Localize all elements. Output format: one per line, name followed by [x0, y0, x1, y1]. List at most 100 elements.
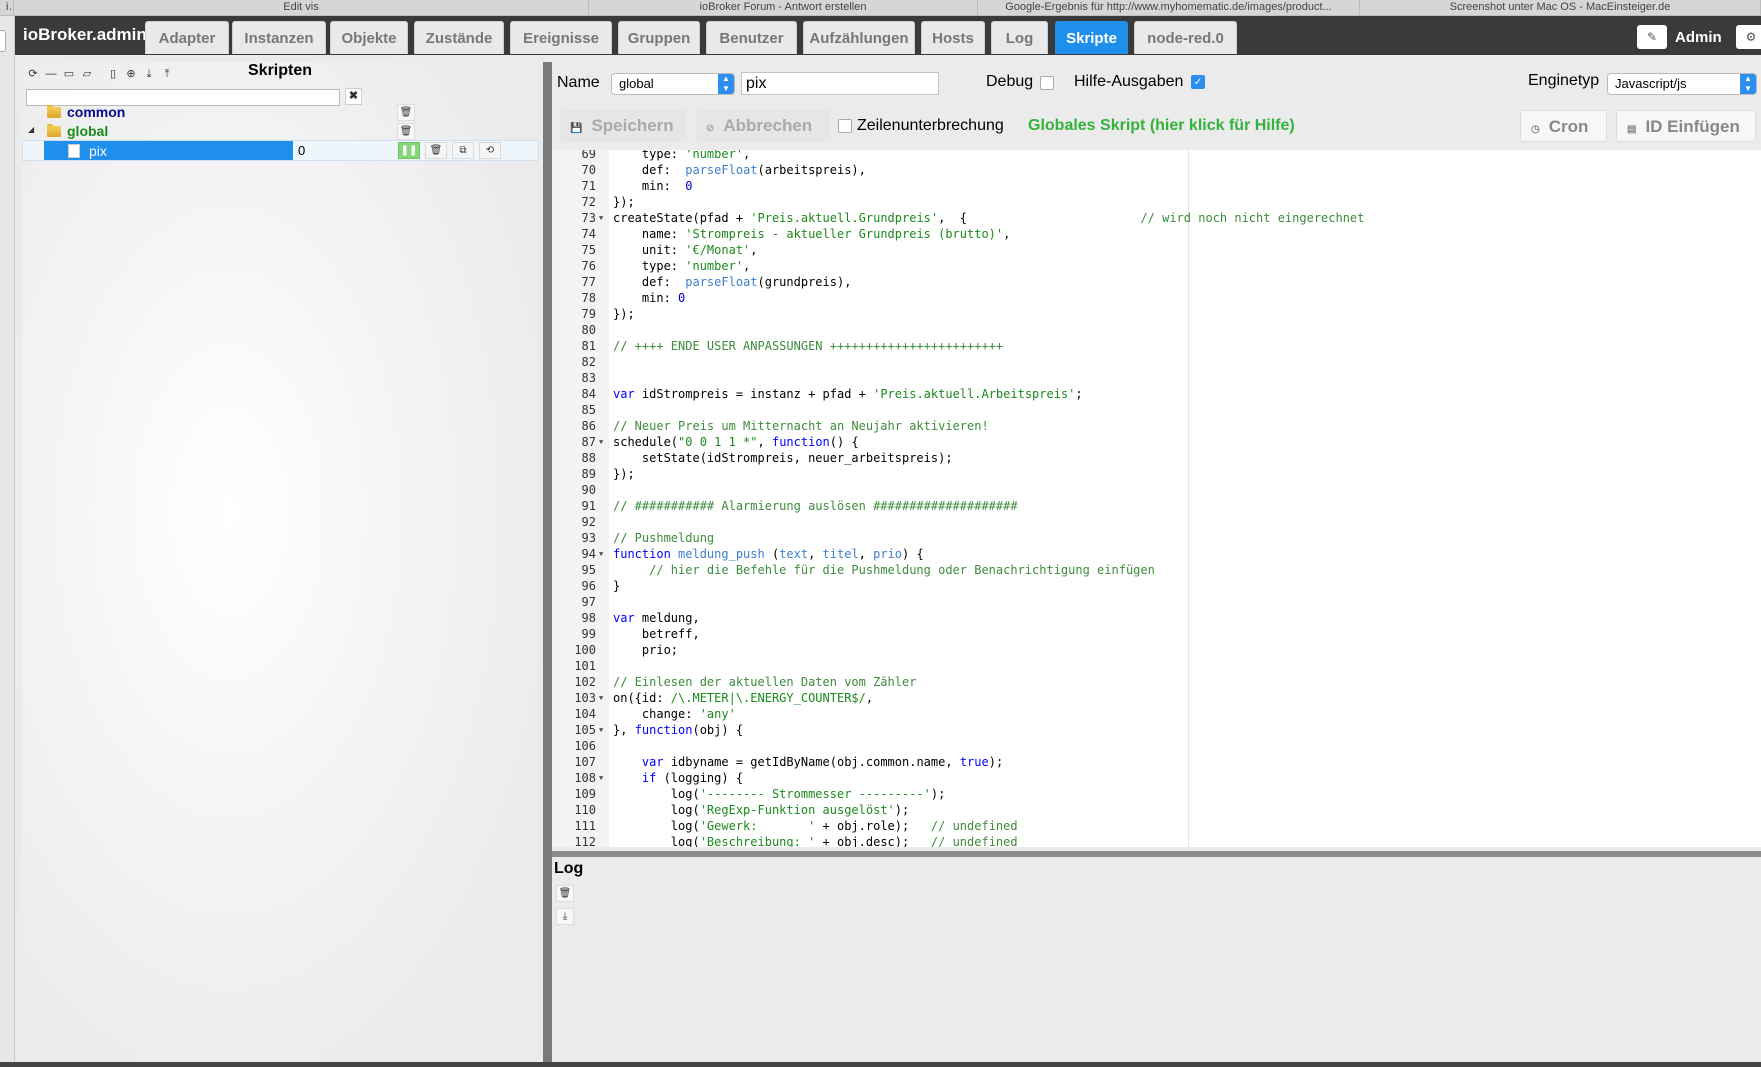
line-number: 101: [574, 659, 596, 673]
folder-open-icon[interactable]: ▱: [78, 66, 96, 82]
collapse-icon[interactable]: —: [42, 66, 60, 82]
fold-arrow-icon[interactable]: ▼: [599, 210, 603, 226]
code-token: name:: [613, 227, 686, 241]
expand-triangle-icon[interactable]: ◢: [28, 125, 34, 134]
tab-adapter[interactable]: Adapter: [145, 21, 229, 54]
global-script-help-link[interactable]: Globales Skript (hier klick für Hilfe): [1028, 117, 1295, 135]
browser-tab[interactable]: Google-Ergebnis für http://www.myhomemat…: [978, 0, 1360, 16]
tab-hosts[interactable]: Hosts: [921, 21, 985, 54]
user-label[interactable]: Admin: [1675, 29, 1722, 46]
code-text: // Neuer Preis um Mitternacht an Neujahr…: [613, 418, 989, 434]
code-token: log(: [613, 835, 700, 847]
tree-toolbar: ⟳ — ▭ ▱ ▯ ⊕ ⤓ ⤒: [24, 66, 176, 82]
code-text: type: 'number',: [613, 150, 750, 162]
restart-icon[interactable]: ⟲: [479, 142, 501, 159]
window-handle[interactable]: [0, 30, 6, 52]
debug-checkbox[interactable]: [1040, 76, 1054, 90]
print-margin: [1188, 150, 1189, 847]
code-token: ;: [1075, 387, 1083, 401]
code-text: min: 0: [613, 290, 685, 306]
code-text: def: parseFloat(grundpreis),: [613, 274, 852, 290]
wrap-checkbox[interactable]: [838, 119, 852, 133]
save-button[interactable]: 💾 Speichern: [560, 110, 687, 142]
fold-arrow-icon[interactable]: ▼: [599, 546, 603, 562]
export-icon[interactable]: ⤒: [158, 66, 176, 82]
browser-tab[interactable]: Edit vis: [14, 0, 589, 16]
tab-zustaende[interactable]: Zustände: [414, 21, 504, 54]
code-text: // Pushmeldung: [613, 530, 714, 546]
add-icon[interactable]: ⊕: [122, 66, 140, 82]
help-output-checkbox[interactable]: ✓: [1191, 75, 1205, 89]
tab-gruppen[interactable]: Gruppen: [618, 21, 700, 54]
line-number: 91: [581, 499, 596, 513]
tab-log[interactable]: Log: [991, 21, 1048, 54]
edit-icon[interactable]: ✎: [1637, 25, 1667, 49]
browser-tab-bar: in Edit vis ioBroker Forum - Antwort erste…: [0, 0, 1761, 16]
window-edge: [0, 16, 15, 1067]
insert-id-button-label: ID Einfügen: [1645, 117, 1740, 136]
tab-aufzaehlungen[interactable]: Aufzählungen: [803, 21, 915, 54]
code-text: log('Gewerk: ' + obj.role); // undefined: [613, 818, 1018, 834]
import-icon[interactable]: ⤓: [140, 66, 158, 82]
copy-icon[interactable]: ⧉: [452, 142, 474, 159]
tab-node-red[interactable]: node-red.0: [1134, 21, 1237, 54]
group-select[interactable]: global ▲ ▼: [611, 73, 735, 95]
script-name-input[interactable]: [741, 72, 939, 95]
code-token: // Pushmeldung: [613, 531, 715, 545]
code-token: ,: [808, 547, 823, 561]
code-editor[interactable]: 69 type: 'number', 70 def: parseFloat(arb…: [552, 150, 1761, 847]
code-token: log(: [613, 819, 700, 833]
code-token: min:: [613, 291, 679, 305]
line-number: 112: [574, 835, 596, 847]
folder-icon: [47, 124, 61, 137]
browser-tab[interactable]: in: [0, 0, 14, 16]
tab-objekte[interactable]: Objekte: [330, 21, 408, 54]
trash-icon[interactable]: 🗑: [397, 123, 415, 140]
code-token: createState(pfad +: [613, 211, 751, 225]
tree-item-pix[interactable]: pix 0 ❚❚ 🗑 ⧉ ⟲: [22, 140, 539, 161]
download-icon[interactable]: ⤓: [556, 908, 574, 925]
tab-ereignisse[interactable]: Ereignisse: [510, 21, 612, 54]
debug-label: Debug: [986, 73, 1034, 90]
tree-item-global[interactable]: ◢ global 🗑: [22, 121, 539, 142]
code-text: });: [613, 466, 635, 482]
gear-icon[interactable]: ⚙: [1736, 25, 1761, 49]
line-number: 89: [581, 467, 596, 481]
line-number: 107: [574, 755, 596, 769]
browser-tab[interactable]: ioBroker Forum - Antwort erstellen: [589, 0, 978, 16]
panel-splitter[interactable]: [543, 62, 552, 1062]
code-token: );: [988, 755, 1004, 769]
new-script-icon[interactable]: ▯: [104, 66, 122, 82]
engine-label: Enginetyp: [1528, 72, 1600, 89]
engine-select[interactable]: Javascript/js ▲ ▼: [1607, 73, 1757, 95]
fold-arrow-icon[interactable]: ▼: [599, 722, 603, 738]
code-text: // ++++ ENDE USER ANPASSUNGEN ++++++++++…: [613, 338, 1003, 354]
tab-benutzer[interactable]: Benutzer: [706, 21, 797, 54]
trash-icon[interactable]: 🗑: [397, 104, 415, 121]
folder-icon[interactable]: ▭: [60, 66, 78, 82]
insert-id-button[interactable]: ▤ ID Einfügen: [1616, 110, 1756, 142]
refresh-icon[interactable]: ⟳: [24, 66, 42, 82]
pause-icon[interactable]: ❚❚: [398, 142, 420, 159]
browser-tab[interactable]: Screenshot unter Mac OS - MacEinsteiger.…: [1360, 0, 1761, 16]
code-token: log(: [613, 803, 700, 817]
tab-instanzen[interactable]: Instanzen: [232, 21, 326, 54]
cron-button[interactable]: ◷ Cron: [1520, 110, 1607, 142]
trash-icon[interactable]: 🗑: [556, 885, 574, 902]
log-title: Log: [554, 860, 584, 877]
code-token: function: [771, 435, 830, 449]
code-text: var idStrompreis = instanz + pfad + 'Pre…: [613, 386, 1083, 402]
tree-item-common[interactable]: common 🗑: [22, 102, 539, 123]
floppy-icon: 💾: [570, 123, 583, 134]
tab-skripte[interactable]: Skripte: [1055, 21, 1128, 54]
code-token: meldung,: [634, 611, 700, 625]
code-token: 'Strompreis - aktueller Grundpreis (brut…: [685, 227, 1004, 241]
code-token: (obj) {: [692, 723, 744, 737]
fold-arrow-icon[interactable]: ▼: [599, 770, 603, 786]
cancel-button[interactable]: ⊘ Abbrechen: [696, 110, 831, 142]
log-pane: Log 🗑 ⤓: [552, 857, 1761, 1062]
trash-icon[interactable]: 🗑: [425, 142, 447, 159]
fold-arrow-icon[interactable]: ▼: [599, 434, 603, 450]
fold-arrow-icon[interactable]: ▼: [599, 690, 603, 706]
